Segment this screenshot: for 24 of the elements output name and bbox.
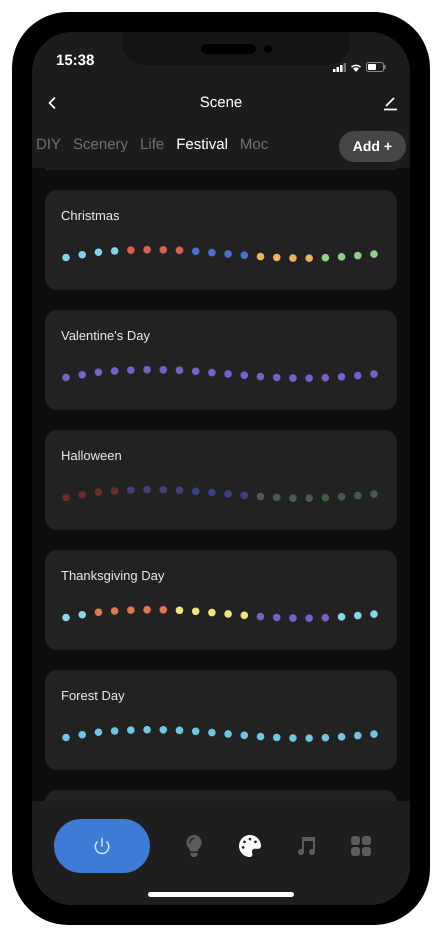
power-icon xyxy=(93,837,111,855)
grid-icon[interactable] xyxy=(350,836,370,856)
add-button[interactable]: Add + xyxy=(338,130,406,162)
power-button[interactable] xyxy=(54,819,150,873)
scene-card[interactable]: Thanksgiving Day xyxy=(45,550,397,650)
scene-name: Forest Day xyxy=(61,687,126,705)
scene-card[interactable]: Halloween xyxy=(45,430,397,530)
scene-name: Halloween xyxy=(61,447,123,465)
scene-name: Valentine's Day xyxy=(61,327,151,345)
signal-icon xyxy=(333,62,346,72)
scene-card[interactable]: Forest Day xyxy=(45,670,397,770)
category-tab[interactable]: Festival xyxy=(176,134,228,158)
wifi-icon xyxy=(350,62,362,72)
battery-icon xyxy=(366,62,386,72)
scene-card[interactable]: Valentine's Day xyxy=(45,310,397,410)
palette-icon[interactable] xyxy=(238,835,260,857)
scene-name: Thanksgiving Day xyxy=(61,567,166,585)
scene-name: Christmas xyxy=(61,207,121,225)
music-note-icon[interactable] xyxy=(296,835,316,857)
lightbulb-icon[interactable] xyxy=(184,835,204,857)
scene-card[interactable]: Christmas xyxy=(45,190,397,290)
status-time: 15:38 xyxy=(56,50,94,70)
edit-pencil-icon xyxy=(382,95,398,111)
page-title: Scene xyxy=(200,92,242,113)
